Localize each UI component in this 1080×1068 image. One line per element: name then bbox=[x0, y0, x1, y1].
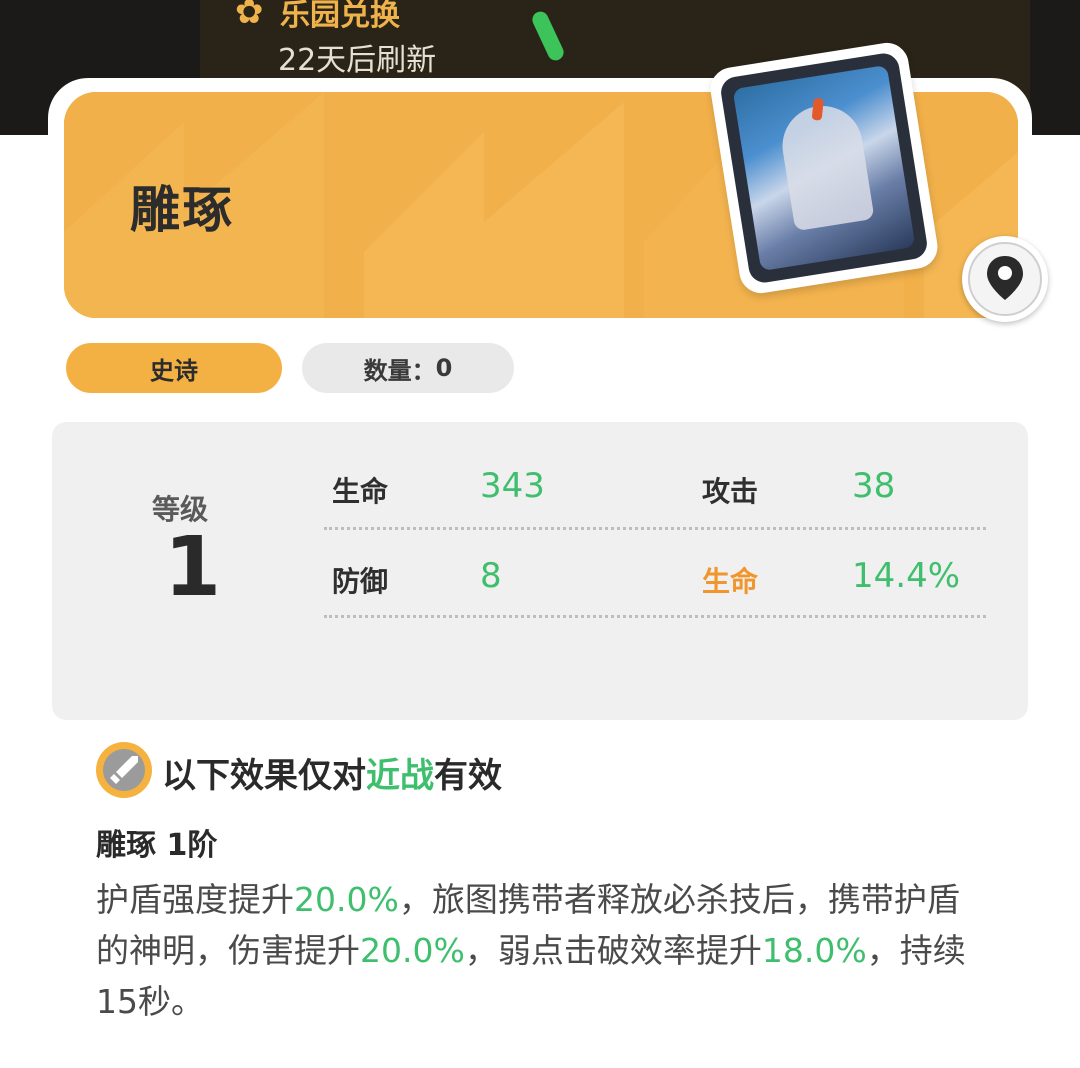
sword-icon bbox=[96, 742, 152, 798]
stat-value-defense: 8 bbox=[480, 556, 502, 596]
desc-text: 护盾强度提升 bbox=[96, 880, 294, 919]
stat-label-hp: 生命 bbox=[332, 475, 389, 508]
quantity-label: 数量： bbox=[363, 356, 436, 385]
item-portrait bbox=[707, 39, 941, 297]
stat-value-hp: 343 bbox=[480, 466, 545, 506]
map-pin-icon bbox=[987, 256, 1023, 300]
effect-description: 护盾强度提升20.0%，旅图携带者释放必杀技后，携带护盾的神明，伤害提升20.0… bbox=[96, 874, 976, 1027]
quantity-value: 0 bbox=[435, 354, 453, 382]
stat-label-attack: 攻击 bbox=[702, 475, 759, 508]
stat-value-hp-bonus: 14.4% bbox=[852, 556, 961, 596]
background-refresh-text: 22天后刷新 bbox=[278, 43, 437, 78]
background-title: 乐园兑换 bbox=[280, 0, 400, 33]
effect-scope-prefix: 以下效果仅对 bbox=[162, 756, 366, 796]
row-divider bbox=[324, 527, 986, 530]
desc-value: 20.0% bbox=[294, 880, 399, 919]
level-value: 1 bbox=[164, 520, 222, 615]
item-name: 雕琢 bbox=[130, 181, 234, 239]
stat-label-hp-bonus: 生命 bbox=[702, 565, 759, 598]
stat-value-attack: 38 bbox=[852, 466, 896, 506]
character-art bbox=[732, 64, 916, 272]
desc-value: 20.0% bbox=[360, 931, 465, 970]
row-divider bbox=[324, 615, 986, 618]
effect-scope-highlight: 近战 bbox=[366, 756, 434, 796]
effect-tier-title: 雕琢 1阶 bbox=[96, 828, 218, 863]
quantity-badge: 数量： 0 bbox=[302, 343, 514, 393]
rarity-label: 史诗 bbox=[150, 356, 198, 385]
flower-icon: ✿ bbox=[235, 0, 264, 32]
effect-scope: 以下效果仅对近战有效 bbox=[162, 748, 502, 797]
desc-value: 18.0% bbox=[761, 931, 867, 970]
effect-scope-suffix: 有效 bbox=[434, 756, 502, 796]
locate-button[interactable] bbox=[962, 236, 1048, 322]
desc-text: ，弱点击破效率提升 bbox=[464, 931, 762, 970]
stat-label-defense: 防御 bbox=[332, 565, 389, 598]
rarity-badge: 史诗 bbox=[66, 343, 282, 393]
